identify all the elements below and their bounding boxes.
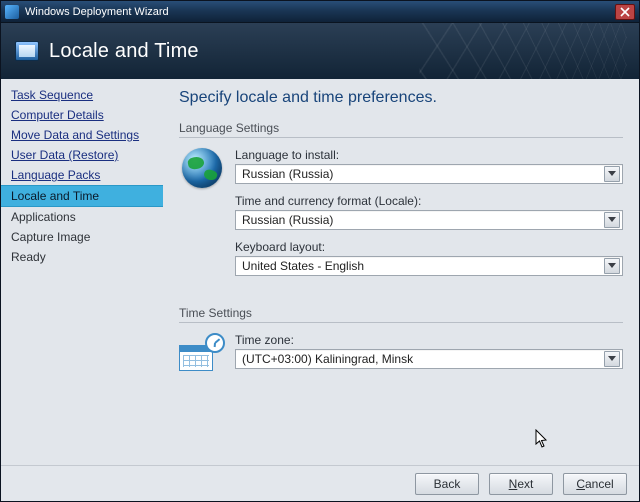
close-icon bbox=[620, 7, 630, 17]
dropdown-button[interactable] bbox=[604, 212, 620, 228]
sidebar-item-task-sequence[interactable]: Task Sequence bbox=[1, 85, 163, 105]
globe-icon bbox=[182, 148, 222, 188]
monitor-icon bbox=[15, 41, 39, 61]
language-settings-group: Language Settings Language to install: R… bbox=[179, 121, 623, 292]
language-to-install-label: Language to install: bbox=[235, 148, 623, 162]
dropdown-button[interactable] bbox=[604, 258, 620, 274]
sidebar-item-capture-image[interactable]: Capture Image bbox=[1, 227, 163, 247]
titlebar[interactable]: Windows Deployment Wizard bbox=[1, 1, 639, 23]
window-title: Windows Deployment Wizard bbox=[25, 6, 169, 18]
chevron-down-icon bbox=[608, 171, 616, 177]
keyboard-layout-select[interactable]: United States - English bbox=[235, 256, 623, 276]
main-heading: Specify locale and time preferences. bbox=[179, 89, 623, 107]
language-to-install-value: Russian (Russia) bbox=[242, 167, 600, 181]
decorative-mesh bbox=[419, 23, 626, 79]
time-zone-select[interactable]: (UTC+03:00) Kaliningrad, Minsk bbox=[235, 349, 623, 369]
locale-format-value: Russian (Russia) bbox=[242, 213, 600, 227]
chevron-down-icon bbox=[608, 217, 616, 223]
app-icon bbox=[5, 5, 19, 19]
keyboard-layout-value: United States - English bbox=[242, 259, 600, 273]
keyboard-layout-label: Keyboard layout: bbox=[235, 240, 623, 254]
dropdown-button[interactable] bbox=[604, 166, 620, 182]
main-panel: Specify locale and time preferences. Lan… bbox=[163, 79, 639, 465]
time-settings-group: Time Settings Time zone: (UTC+03:00) Kal… bbox=[179, 306, 623, 385]
chevron-down-icon bbox=[608, 356, 616, 362]
sidebar: Task Sequence Computer Details Move Data… bbox=[1, 79, 163, 465]
wizard-body: Task Sequence Computer Details Move Data… bbox=[1, 79, 639, 465]
sidebar-item-move-data[interactable]: Move Data and Settings bbox=[1, 125, 163, 145]
close-button[interactable] bbox=[615, 4, 635, 20]
time-settings-legend: Time Settings bbox=[179, 306, 623, 323]
sidebar-item-user-data[interactable]: User Data (Restore) bbox=[1, 145, 163, 165]
wizard-footer: Back Next Cancel bbox=[1, 465, 639, 501]
cancel-button[interactable]: Cancel bbox=[563, 473, 627, 495]
locale-format-label: Time and currency format (Locale): bbox=[235, 194, 623, 208]
language-to-install-select[interactable]: Russian (Russia) bbox=[235, 164, 623, 184]
calendar-clock-icon bbox=[179, 333, 225, 371]
sidebar-item-ready[interactable]: Ready bbox=[1, 247, 163, 267]
sidebar-item-applications[interactable]: Applications bbox=[1, 207, 163, 227]
dropdown-button[interactable] bbox=[604, 351, 620, 367]
page-title: Locale and Time bbox=[49, 40, 199, 63]
language-settings-legend: Language Settings bbox=[179, 121, 623, 138]
back-button[interactable]: Back bbox=[415, 473, 479, 495]
locale-format-select[interactable]: Russian (Russia) bbox=[235, 210, 623, 230]
sidebar-item-language-packs[interactable]: Language Packs bbox=[1, 165, 163, 185]
time-zone-value: (UTC+03:00) Kaliningrad, Minsk bbox=[242, 352, 600, 366]
wizard-window: Windows Deployment Wizard Locale and Tim… bbox=[0, 0, 640, 502]
time-zone-label: Time zone: bbox=[235, 333, 623, 347]
wizard-header: Locale and Time bbox=[1, 23, 639, 79]
chevron-down-icon bbox=[608, 263, 616, 269]
sidebar-item-computer-details[interactable]: Computer Details bbox=[1, 105, 163, 125]
next-button[interactable]: Next bbox=[489, 473, 553, 495]
sidebar-item-locale-time[interactable]: Locale and Time bbox=[1, 185, 163, 207]
